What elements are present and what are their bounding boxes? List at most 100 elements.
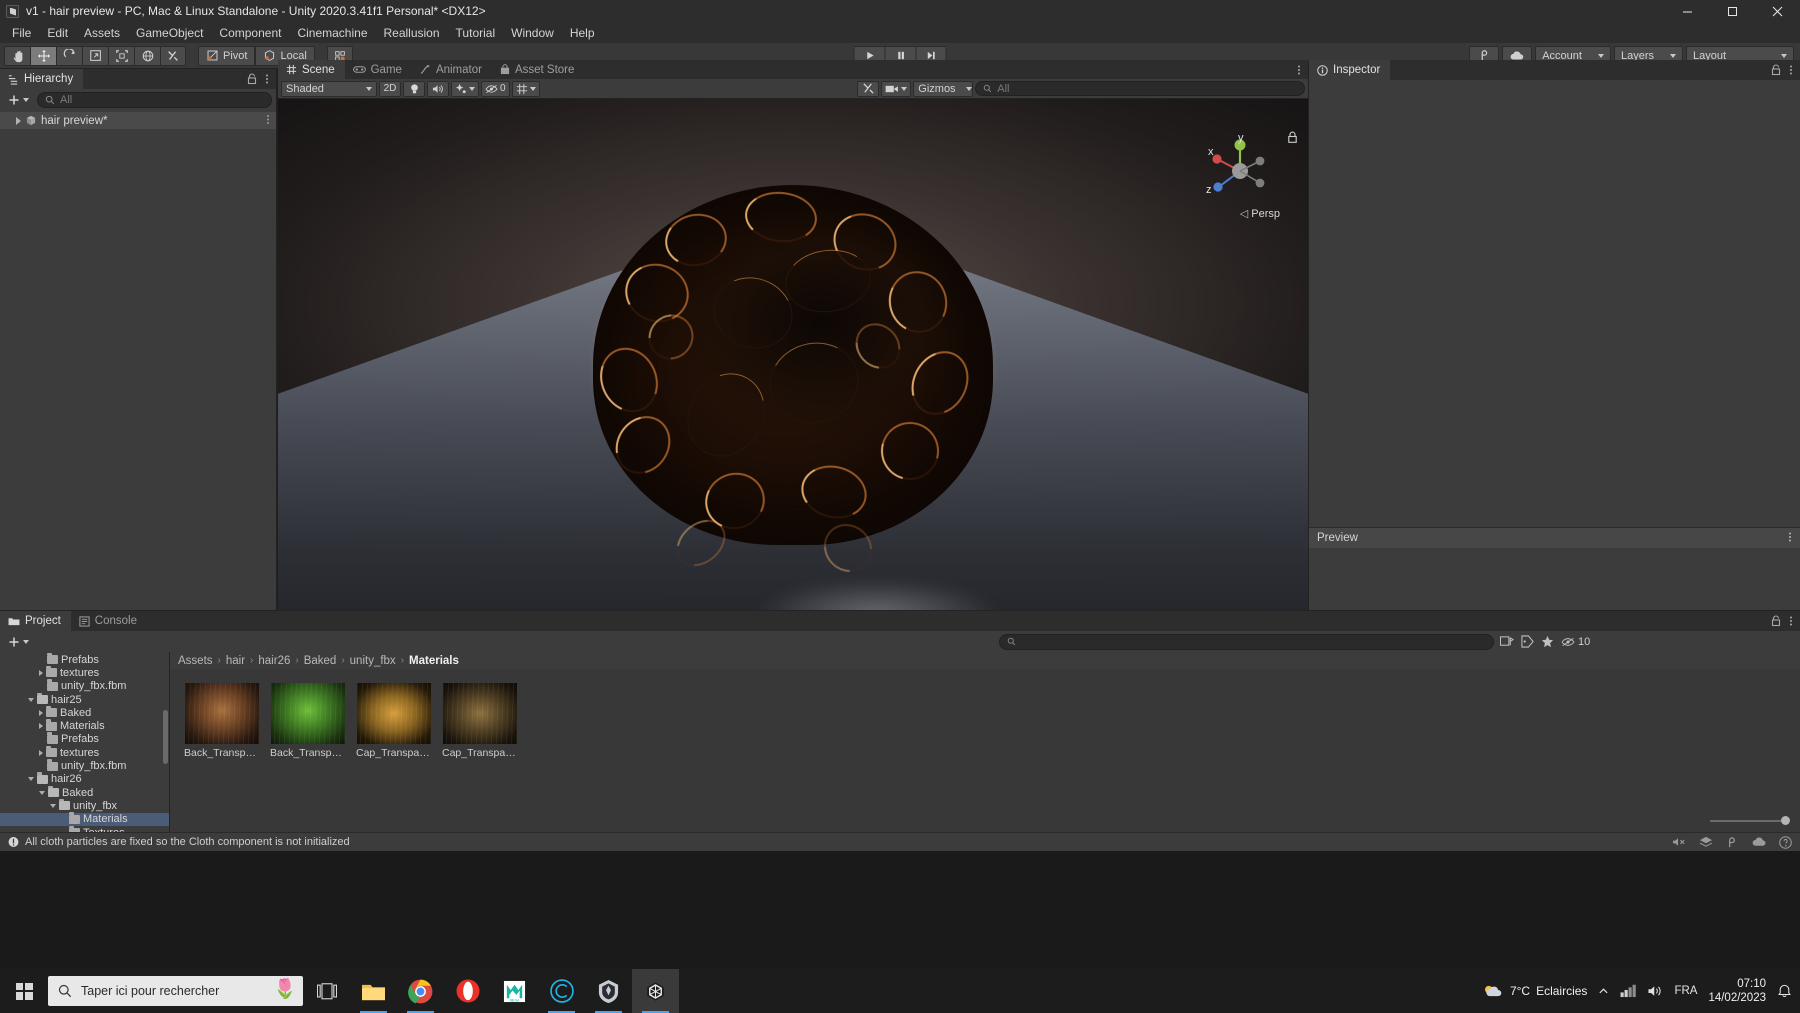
- breadcrumb-item[interactable]: unity_fbx: [350, 655, 396, 667]
- label-icon[interactable]: [1521, 635, 1534, 648]
- scene-viewport[interactable]: y x z ◁ Persp: [278, 99, 1308, 610]
- unity-taskbar-icon[interactable]: [632, 969, 679, 1013]
- expand-arrow-icon[interactable]: [28, 777, 34, 782]
- asset-item[interactable]: Cap_Transparen...: [442, 683, 517, 759]
- expand-arrow-icon[interactable]: [39, 669, 43, 676]
- tree-row[interactable]: Prefabs: [0, 652, 169, 666]
- menu-assets[interactable]: Assets: [76, 24, 128, 42]
- rotate-tool-button[interactable]: [56, 45, 82, 66]
- scene-orientation-gizmo[interactable]: y x z: [1200, 131, 1280, 211]
- scene-tools-button[interactable]: [857, 80, 880, 97]
- mute-icon[interactable]: [1672, 836, 1687, 848]
- asset-thumbnail[interactable]: [184, 683, 259, 744]
- tree-row[interactable]: unity_fbx.fbm: [0, 679, 169, 693]
- hierarchy-add-button[interactable]: [4, 94, 33, 106]
- layers-icon[interactable]: [1699, 836, 1713, 849]
- expand-arrow-icon[interactable]: [28, 697, 34, 702]
- taskbar-search-input[interactable]: Taper ici pour rechercher 🌷: [48, 976, 303, 1006]
- asset-item[interactable]: Back_Transparen...: [270, 683, 345, 759]
- tree-row[interactable]: Baked: [0, 785, 169, 799]
- tab-hierarchy[interactable]: Hierarchy: [0, 69, 84, 89]
- tab-project[interactable]: Project: [0, 611, 71, 631]
- tab-console[interactable]: Console: [70, 611, 147, 631]
- menu-tutorial[interactable]: Tutorial: [448, 24, 504, 42]
- cloud-icon[interactable]: [1751, 836, 1767, 848]
- volume-icon[interactable]: [1647, 984, 1663, 998]
- asset-thumbnail[interactable]: [356, 683, 431, 744]
- help-icon[interactable]: [1779, 835, 1792, 849]
- tree-row[interactable]: Prefabs: [0, 732, 169, 746]
- project-add-button[interactable]: [4, 636, 33, 648]
- notifications-icon[interactable]: [1777, 984, 1792, 998]
- tab-animator[interactable]: Animator: [411, 60, 492, 79]
- menu-reallusion[interactable]: Reallusion: [376, 24, 448, 42]
- tree-row[interactable]: unity_fbx: [0, 798, 169, 812]
- project-search-input[interactable]: [999, 633, 1494, 650]
- asset-thumbnail[interactable]: [270, 683, 345, 744]
- favorite-icon[interactable]: [1541, 635, 1554, 648]
- kebab-icon[interactable]: [1788, 531, 1792, 546]
- hierarchy-row-scene[interactable]: hair preview*: [0, 112, 276, 129]
- custom-tool-button[interactable]: [160, 45, 186, 66]
- tree-row[interactable]: Materials: [0, 812, 169, 826]
- rect-tool-button[interactable]: [108, 45, 134, 66]
- network-icon[interactable]: [1620, 984, 1637, 998]
- zoom-knob[interactable]: [1781, 816, 1790, 825]
- expand-arrow-icon[interactable]: [16, 116, 21, 125]
- tree-row[interactable]: Baked: [0, 705, 169, 719]
- skyrim-icon[interactable]: [585, 969, 632, 1013]
- cc-icon[interactable]: [538, 969, 585, 1013]
- explorer-icon[interactable]: [350, 969, 397, 1013]
- scale-tool-button[interactable]: [82, 45, 108, 66]
- transform-tool-button[interactable]: [134, 45, 160, 66]
- menu-cinemachine[interactable]: Cinemachine: [289, 24, 375, 42]
- tree-row[interactable]: textures: [0, 665, 169, 679]
- menu-file[interactable]: File: [4, 24, 39, 42]
- tab-scene[interactable]: Scene: [278, 60, 345, 79]
- collab-icon[interactable]: [1725, 836, 1739, 849]
- show-hidden-icon[interactable]: [1598, 986, 1609, 997]
- expand-arrow-icon[interactable]: [39, 709, 43, 716]
- expand-arrow-icon[interactable]: [50, 803, 56, 808]
- clock[interactable]: 07:10 14/02/2023: [1708, 977, 1766, 1006]
- asset-item[interactable]: Cap_Transparen...: [356, 683, 431, 759]
- draw-mode-dropdown[interactable]: Shaded: [281, 80, 377, 97]
- kebab-icon[interactable]: [1789, 64, 1793, 76]
- scene-grid-dropdown[interactable]: [511, 80, 540, 97]
- menu-window[interactable]: Window: [503, 24, 562, 42]
- eye-icon-badge[interactable]: 10: [1561, 636, 1590, 648]
- chrome-icon[interactable]: [397, 969, 444, 1013]
- toggle-2d-button[interactable]: 2D: [379, 80, 401, 97]
- lock-icon[interactable]: [1771, 64, 1781, 76]
- scene-lighting-toggle[interactable]: [403, 80, 425, 97]
- opera-icon[interactable]: [444, 969, 491, 1013]
- breadcrumb-item[interactable]: Assets: [178, 655, 213, 667]
- scene-fx-dropdown[interactable]: [451, 80, 479, 97]
- tab-game[interactable]: Game: [344, 60, 412, 79]
- breadcrumb-item[interactable]: Baked: [304, 655, 337, 667]
- lock-icon[interactable]: [1771, 615, 1781, 627]
- expand-arrow-icon[interactable]: [39, 749, 43, 756]
- gizmos-search-input[interactable]: All: [975, 81, 1305, 96]
- maximize-button[interactable]: [1710, 0, 1755, 22]
- status-message[interactable]: All cloth particles are fixed so the Clo…: [25, 836, 350, 848]
- asset-thumbnail[interactable]: [442, 683, 517, 744]
- expand-arrow-icon[interactable]: [39, 790, 45, 795]
- mega-icon[interactable]: MEGA: [491, 969, 538, 1013]
- task-view-icon[interactable]: [303, 969, 350, 1013]
- menu-gameobject[interactable]: GameObject: [128, 24, 211, 42]
- preview-header[interactable]: Preview: [1309, 527, 1800, 548]
- hierarchy-search-input[interactable]: All: [37, 91, 272, 108]
- tree-row[interactable]: hair26: [0, 772, 169, 786]
- projection-mode-label[interactable]: ◁ Persp: [1240, 207, 1280, 220]
- tab-inspector[interactable]: Inspector: [1309, 60, 1391, 80]
- move-tool-button[interactable]: [30, 45, 56, 66]
- close-button[interactable]: [1755, 0, 1800, 22]
- lock-icon[interactable]: [247, 73, 257, 85]
- breadcrumb-item[interactable]: hair26: [258, 655, 290, 667]
- language-indicator[interactable]: FRA: [1674, 985, 1697, 997]
- hand-tool-button[interactable]: [4, 45, 30, 66]
- menu-edit[interactable]: Edit: [39, 24, 76, 42]
- gizmos-dropdown[interactable]: Gizmos: [913, 80, 974, 97]
- kebab-icon[interactable]: [1789, 615, 1793, 627]
